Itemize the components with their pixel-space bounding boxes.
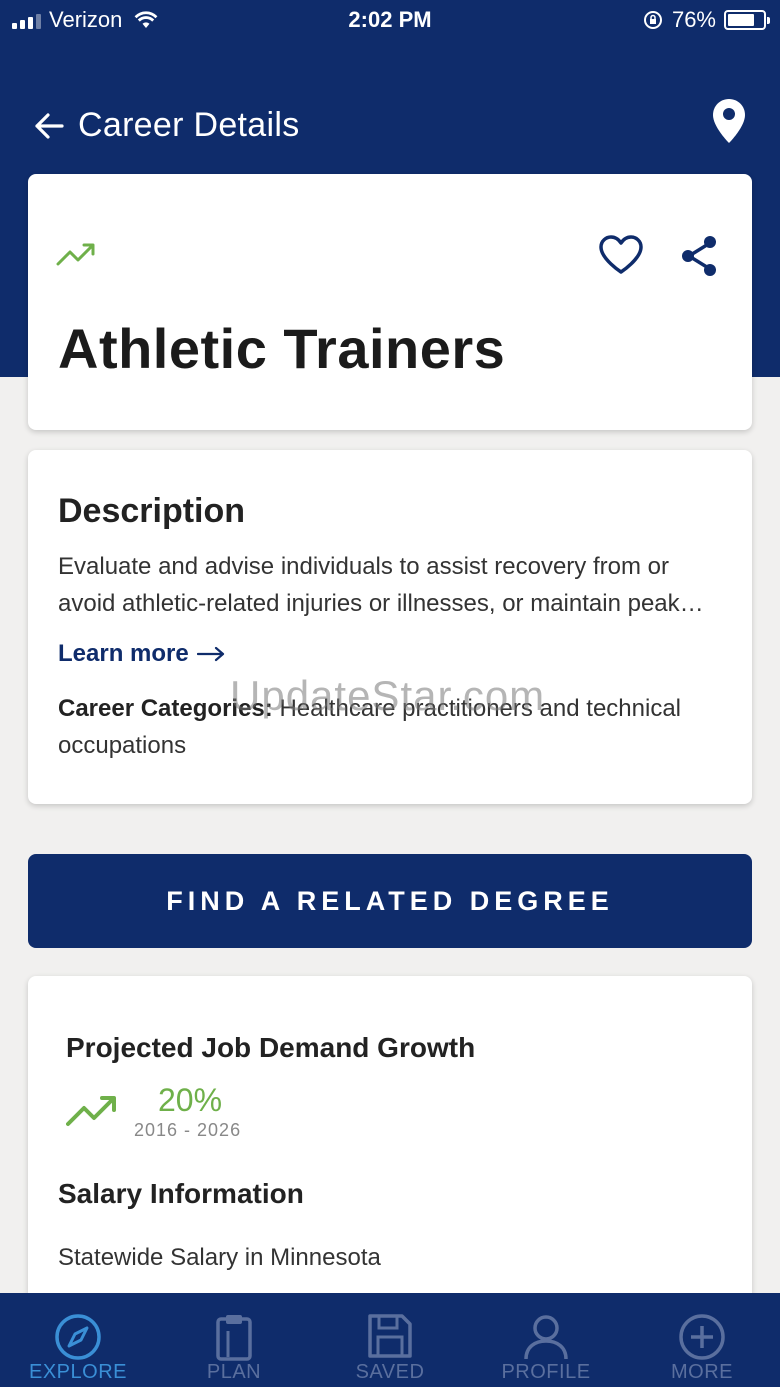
- plus-circle-icon: [679, 1314, 725, 1360]
- battery-fill: [728, 14, 754, 26]
- career-title: Athletic Trainers: [58, 317, 506, 380]
- status-bar: Verizon 2:02 PM 76%: [0, 0, 780, 40]
- learn-more-label: Learn more: [58, 640, 189, 667]
- page-title: Career Details: [78, 106, 300, 144]
- tab-label: EXPLORE: [29, 1361, 127, 1383]
- salary-heading: Salary Information: [58, 1178, 304, 1209]
- salary-subheading: Statewide Salary in Minnesota: [58, 1244, 381, 1271]
- person-icon: [524, 1315, 568, 1360]
- share-button[interactable]: [678, 234, 720, 283]
- nav-header: Career Details: [0, 90, 780, 162]
- description-heading: Description: [58, 492, 246, 530]
- tab-profile[interactable]: PROFILE: [468, 1293, 624, 1387]
- status-right: 76%: [642, 7, 770, 33]
- tab-explore[interactable]: EXPLORE: [0, 1293, 156, 1387]
- description-text: Evaluate and advise individuals to assis…: [58, 553, 704, 617]
- career-title-card: Athletic Trainers: [28, 174, 752, 430]
- tab-plan[interactable]: PLAN: [156, 1293, 312, 1387]
- tab-label: PLAN: [206, 1361, 262, 1383]
- clipboard-icon: [216, 1315, 252, 1361]
- trending-up-icon: [56, 243, 95, 266]
- find-related-degree-button[interactable]: FIND A RELATED DEGREE: [28, 854, 752, 948]
- floppy-icon: [368, 1314, 412, 1358]
- favorite-button[interactable]: [598, 234, 644, 281]
- compass-icon: [55, 1314, 101, 1360]
- battery-icon: [724, 10, 770, 30]
- tab-label: MORE: [671, 1361, 733, 1383]
- learn-more-link[interactable]: Learn more: [58, 640, 225, 668]
- map-pin-icon: [713, 99, 745, 143]
- heart-icon: [599, 235, 643, 274]
- location-button[interactable]: [712, 98, 746, 149]
- stats-card: Projected Job Demand Growth 20% 2016 - 2…: [28, 976, 752, 1316]
- arrow-right-icon: [196, 646, 224, 662]
- bottom-tab-bar: EXPLORE PLAN SAVED PROFILE MORE: [0, 1293, 780, 1387]
- arrow-left-icon: [35, 112, 64, 139]
- tab-more[interactable]: MORE: [624, 1293, 780, 1387]
- tab-label: PROFILE: [501, 1361, 591, 1383]
- tab-saved[interactable]: SAVED: [312, 1293, 468, 1387]
- tab-label: SAVED: [355, 1361, 425, 1383]
- share-icon: [682, 236, 716, 276]
- growth-heading: Projected Job Demand Growth: [66, 1032, 476, 1063]
- growth-value: 20%: [158, 1082, 223, 1118]
- description-card: Description Evaluate and advise individu…: [28, 450, 752, 804]
- career-categories: Career Categories: Healthcare practition…: [58, 690, 728, 764]
- back-button[interactable]: Career Details: [34, 106, 300, 145]
- growth-range: 2016 - 2026: [134, 1120, 242, 1140]
- battery-percent: 76%: [671, 7, 716, 32]
- categories-label: Career Categories:: [58, 695, 273, 722]
- orientation-lock-icon: [643, 11, 662, 29]
- trending-up-icon: [66, 1096, 116, 1126]
